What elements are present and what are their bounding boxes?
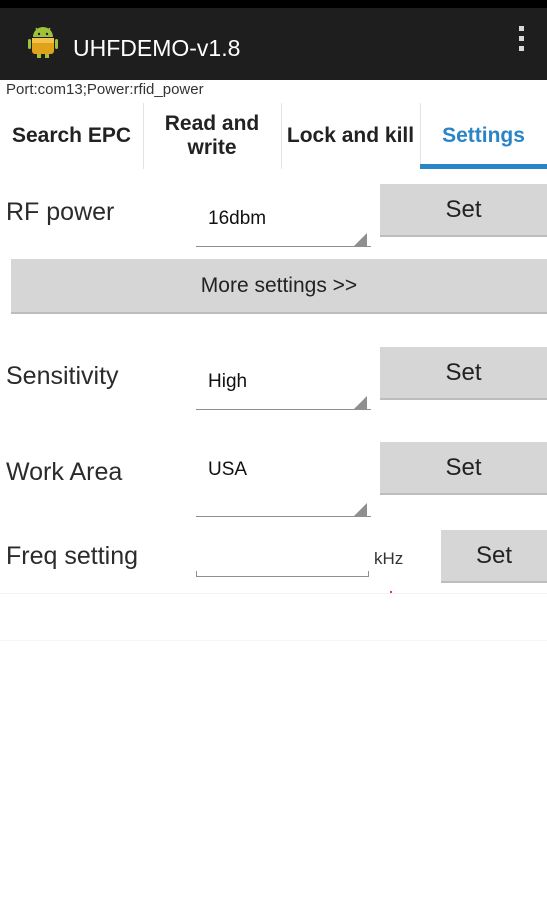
rf-power-value: 16dbm [208, 208, 267, 229]
rf-power-label: RF power [6, 198, 115, 226]
divider [0, 640, 547, 641]
android-robot-icon [28, 27, 58, 58]
dropdown-arrow-icon [354, 396, 367, 409]
action-bar: UHFDEMO-v1.8 [0, 8, 547, 80]
work-area-spinner[interactable]: USA [196, 455, 371, 517]
tab-search-epc[interactable]: Search EPC [0, 103, 144, 169]
freq-unit-label: kHz [374, 549, 404, 568]
more-settings-button[interactable]: More settings >> [11, 259, 547, 314]
freq-setting-label: Freq setting [6, 542, 139, 570]
dropdown-arrow-icon [354, 503, 367, 516]
tab-bar: Search EPC Read and write Lock and kill … [0, 103, 547, 169]
sensitivity-value: High [208, 371, 248, 392]
divider [0, 593, 547, 594]
overflow-menu-icon[interactable] [516, 26, 526, 62]
sensitivity-spinner[interactable]: High [196, 365, 371, 410]
work-area-label: Work Area [6, 458, 123, 486]
tab-lock-and-kill[interactable]: Lock and kill [281, 103, 421, 169]
rf-power-spinner[interactable]: 16dbm [196, 202, 371, 247]
tab-label: Lock and kill [286, 124, 415, 147]
tab-label: Read and write [164, 112, 260, 159]
app-title: UHFDEMO-v1.8 [73, 35, 241, 61]
tab-settings[interactable]: Settings [420, 103, 547, 169]
dropdown-arrow-icon [354, 233, 367, 246]
rf-power-set-button[interactable]: Set [380, 184, 547, 237]
sensitivity-set-button[interactable]: Set [380, 347, 547, 400]
work-area-value: USA [208, 459, 248, 480]
freq-set-button[interactable]: Set [441, 530, 547, 583]
tab-read-and-write[interactable]: Read and write [143, 103, 282, 169]
sensitivity-label: Sensitivity [6, 362, 119, 390]
freq-input[interactable] [196, 552, 369, 577]
tab-label: Search EPC [11, 124, 132, 147]
status-bar [0, 0, 547, 8]
tab-label: Settings [442, 124, 525, 147]
work-area-set-button[interactable]: Set [380, 442, 547, 495]
port-status-text: Port:com13;Power:rfid_power [6, 81, 204, 98]
